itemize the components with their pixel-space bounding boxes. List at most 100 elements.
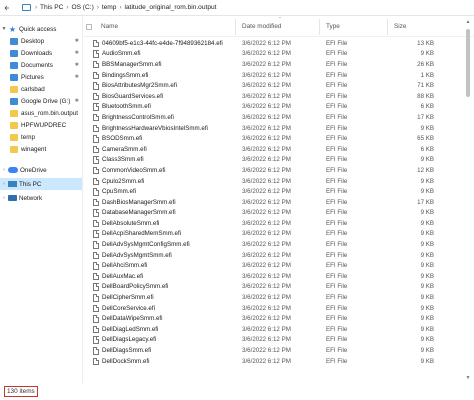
file-size: 9 KB xyxy=(420,177,434,185)
file-type: EFI File xyxy=(326,71,348,79)
table-row[interactable]: BrightnessControlSmm.efi 3/6/2022 6:12 PM… xyxy=(83,112,474,123)
nav-network[interactable]: › Network xyxy=(0,192,82,204)
nav-item-asus-rom-bin-output[interactable]: asus_rom.bin.output xyxy=(0,107,82,119)
table-row[interactable]: BBSManagerSmm.efi 3/6/2022 6:12 PM EFI Fil… xyxy=(83,59,474,70)
nav-label: This PC xyxy=(19,180,42,188)
nav-item-hpfwupdrec[interactable]: HPFWUPDREC xyxy=(0,119,82,131)
file-list[interactable]: Name ^ Date modified Type Size 04609bf5-… xyxy=(83,17,474,383)
file-name: 04609bf5-e1c3-44fc-e4de-7f9489362184.efi xyxy=(102,39,223,47)
chevron-right-icon[interactable]: › xyxy=(0,167,8,173)
breadcrumb-this-pc[interactable]: This PC xyxy=(38,4,65,11)
table-row[interactable]: Class3Smm.efi 3/6/2022 6:12 PM EFI File 9 K… xyxy=(83,155,474,166)
file-type: EFI File xyxy=(326,103,348,111)
nav-this-pc[interactable]: › This PC xyxy=(0,178,82,190)
column-separator[interactable] xyxy=(387,19,388,35)
nav-item-documents[interactable]: Documents ✱ xyxy=(0,59,82,71)
table-row[interactable]: DellCoreService.efi 3/6/2022 6:12 PM EFI F… xyxy=(83,303,474,314)
table-row[interactable]: BiosAttributesMgr2Smm.efi 3/6/2022 6:12 P… xyxy=(83,80,474,91)
table-row[interactable]: DashBiosManagerSmm.efi 3/6/2022 6:12 PM EF… xyxy=(83,197,474,208)
nav-item-desktop[interactable]: Desktop ✱ xyxy=(0,35,82,47)
nav-item-temp[interactable]: temp xyxy=(0,131,82,143)
file-name: BiosGuardServices.efi xyxy=(102,92,164,100)
file-size: 26 KB xyxy=(417,60,434,68)
table-row[interactable]: 04609bf5-e1c3-44fc-e4de-7f9489362184.efi… xyxy=(83,38,474,49)
file-type: EFI File xyxy=(326,60,348,68)
file-size: 9 KB xyxy=(420,230,434,238)
file-date-modified: 3/6/2022 6:12 PM xyxy=(242,272,291,280)
table-row[interactable]: DellAdvSysMgmtSmm.efi 3/6/2022 6:12 PM EFI… xyxy=(83,250,474,261)
nav-item-google-drive-g-[interactable]: Google Drive (G:) ✱ xyxy=(0,95,82,107)
table-row[interactable]: DatabaseManagerSmm.efi 3/6/2022 6:12 PM EF… xyxy=(83,208,474,219)
column-size[interactable]: Size xyxy=(394,23,406,30)
file-name: DellCoreService.efi xyxy=(102,304,155,312)
table-row[interactable]: Cpulo2Smm.efi 3/6/2022 6:12 PM EFI File 9 K… xyxy=(83,176,474,187)
folder-icon xyxy=(10,145,18,153)
file-date-modified: 3/6/2022 6:12 PM xyxy=(242,198,291,206)
table-row[interactable]: CpuSmm.efi 3/6/2022 6:12 PM EFI File 9 KB xyxy=(83,186,474,197)
back-arrow-icon[interactable] xyxy=(0,0,14,16)
breadcrumb[interactable]: › This PC › OS (C:) › temp › latitude_or… xyxy=(22,0,219,16)
nav-item-pictures[interactable]: Pictures ✱ xyxy=(0,71,82,83)
table-row[interactable]: DellAcpiSharedMemSmm.efi 3/6/2022 6:12 PM… xyxy=(83,229,474,240)
table-row[interactable]: DellDockSmm.efi 3/6/2022 6:12 PM EFI File 9… xyxy=(83,356,474,367)
file-size: 1 KB xyxy=(420,71,434,79)
table-row[interactable]: DellCipherSmm.efi 3/6/2022 6:12 PM EFI Fil… xyxy=(83,292,474,303)
file-size: 9 KB xyxy=(420,325,434,333)
pin-icon: ✱ xyxy=(74,38,79,44)
select-all-checkbox[interactable] xyxy=(86,24,92,30)
file-icon xyxy=(93,103,99,111)
file-date-modified: 3/6/2022 6:12 PM xyxy=(242,113,291,121)
table-row[interactable]: CommonVideoSmm.efi 3/6/2022 6:12 PM EFI Fi… xyxy=(83,165,474,176)
file-size: 9 KB xyxy=(420,272,434,280)
file-type: EFI File xyxy=(326,251,348,259)
chevron-down-icon[interactable]: ▼ xyxy=(0,26,8,32)
scroll-thumb[interactable] xyxy=(466,29,470,97)
file-name: DellDiagsLegacy.efi xyxy=(102,336,157,344)
table-row[interactable]: DellDiagLedSmm.efi 3/6/2022 6:12 PM EFI Fi… xyxy=(83,324,474,335)
navigation-pane[interactable]: ▼ ★ Quick access Desktop ✱ Downloads ✱ Docum… xyxy=(0,17,82,383)
table-row[interactable]: DellAdvSysMgmtConfigSmm.efi 3/6/2022 6:12… xyxy=(83,239,474,250)
vertical-scrollbar[interactable]: ▲ ▼ xyxy=(462,17,474,383)
item-count: 130 items xyxy=(4,386,38,397)
column-separator[interactable] xyxy=(235,19,236,35)
file-size: 6 KB xyxy=(420,103,434,111)
nav-onedrive[interactable]: › OneDrive xyxy=(0,164,82,176)
table-row[interactable]: DellDiagsLegacy.efi 3/6/2022 6:12 PM EFI F… xyxy=(83,335,474,346)
file-name: DellAdvSysMgmtSmm.efi xyxy=(102,251,172,259)
breadcrumb-current-folder[interactable]: latitude_original_rom.bin.output xyxy=(122,4,218,11)
breadcrumb-temp[interactable]: temp xyxy=(100,4,119,11)
table-row[interactable]: DellDiagsSmm.efi 3/6/2022 6:12 PM EFI File… xyxy=(83,345,474,356)
file-icon xyxy=(93,177,99,186)
table-row[interactable]: DellAbsoluteSmm.efi 3/6/2022 6:12 PM EFI F… xyxy=(83,218,474,229)
column-name[interactable]: Name xyxy=(101,23,118,30)
table-row[interactable]: CameraSmm.efi 3/6/2022 6:12 PM EFI File 6 K… xyxy=(83,144,474,155)
address-bar[interactable]: › This PC › OS (C:) › temp › latitude_or… xyxy=(0,0,474,16)
table-row[interactable]: DellAuxMac.efi 3/6/2022 6:12 PM EFI File 9 … xyxy=(83,271,474,282)
breadcrumb-os-c[interactable]: OS (C:) xyxy=(69,4,95,11)
chevron-right-icon[interactable]: › xyxy=(0,181,8,187)
table-row[interactable]: DellAhciSmm.efi 3/6/2022 6:12 PM EFI File 9… xyxy=(83,260,474,271)
chevron-right-icon[interactable]: › xyxy=(0,195,8,201)
scroll-up-icon[interactable]: ▲ xyxy=(462,17,474,27)
table-row[interactable]: BrightnessHardwareVbiosIntelSmm.efi 3/6/2… xyxy=(83,123,474,134)
column-date-modified[interactable]: Date modified xyxy=(242,23,281,30)
table-row[interactable]: BSODSmm.efi 3/6/2022 6:12 PM EFI File 65 KB xyxy=(83,133,474,144)
table-row[interactable]: DellDataWipeSmm.efi 3/6/2022 6:12 PM EFI F… xyxy=(83,313,474,324)
nav-item-downloads[interactable]: Downloads ✱ xyxy=(0,47,82,59)
table-row[interactable]: BluetoothSmm.efi 3/6/2022 6:12 PM EFI File… xyxy=(83,102,474,113)
nav-quick-access[interactable]: ▼ ★ Quick access xyxy=(0,23,82,35)
file-type: EFI File xyxy=(326,241,348,249)
table-row[interactable]: BiosGuardServices.efi 3/6/2022 6:12 PM EFI… xyxy=(83,91,474,102)
nav-item-carlsbad[interactable]: carlsbad xyxy=(0,83,82,95)
scroll-down-icon[interactable]: ▼ xyxy=(462,373,474,383)
table-row[interactable]: DellBoardPolicySmm.efi 3/6/2022 6:12 PM EF… xyxy=(83,282,474,293)
table-row[interactable]: AudioSmm.efi 3/6/2022 6:12 PM EFI File 9 KB xyxy=(83,49,474,60)
column-type[interactable]: Type xyxy=(326,23,340,30)
file-name: BrightnessControlSmm.efi xyxy=(102,113,174,121)
column-separator[interactable] xyxy=(319,19,320,35)
table-row[interactable]: BindingsSmm.efi 3/6/2022 6:12 PM EFI File 1… xyxy=(83,70,474,81)
file-date-modified: 3/6/2022 6:12 PM xyxy=(242,230,291,238)
nav-label: OneDrive xyxy=(20,166,47,174)
file-name: DellCipherSmm.efi xyxy=(102,294,154,302)
nav-item-winagent[interactable]: winagent xyxy=(0,143,82,155)
